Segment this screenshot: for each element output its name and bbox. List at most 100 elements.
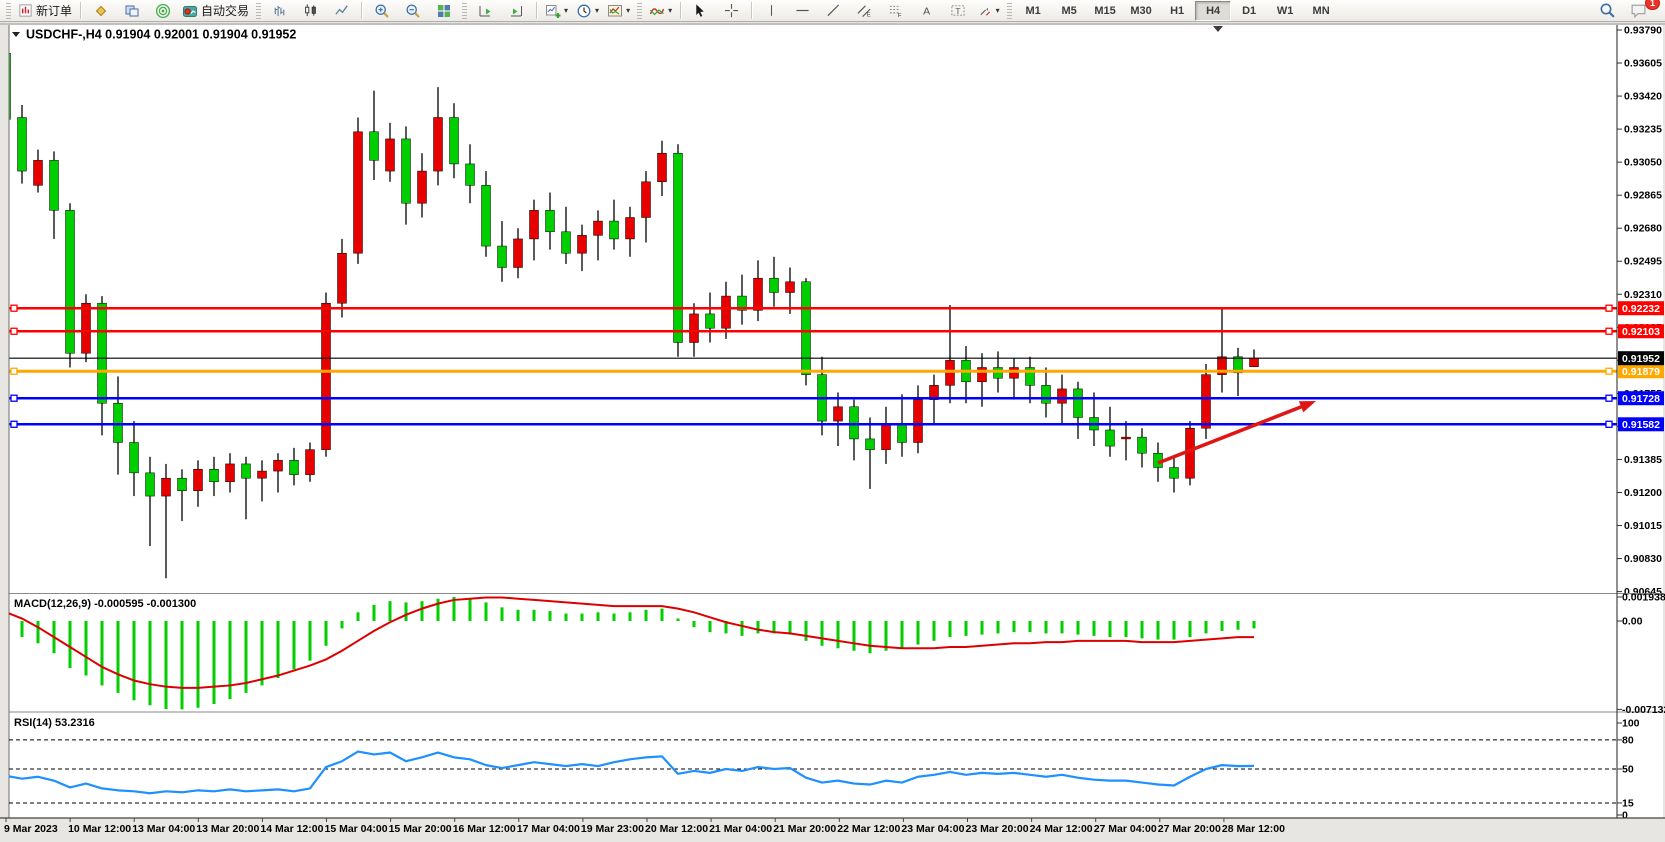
timeframe-m5[interactable]: M5: [1051, 1, 1087, 21]
macd-axis-label: 0.00: [1622, 616, 1643, 628]
candle: [18, 117, 27, 171]
line-chart-mode-button[interactable]: [326, 0, 357, 22]
macd-histogram-bar: [1221, 621, 1224, 631]
tile-windows-button[interactable]: [428, 0, 459, 22]
candle: [194, 469, 203, 490]
timeframe-mn[interactable]: MN: [1303, 1, 1339, 21]
candle: [914, 400, 923, 443]
candle: [802, 282, 811, 375]
time-axis-label: 15 Mar 04:00: [325, 823, 388, 835]
chart-window: 0.937900.936050.934200.932350.930500.928…: [0, 23, 1665, 842]
auto-scroll-button[interactable]: [470, 0, 501, 22]
zoom-out-button[interactable]: [397, 0, 428, 22]
dropdown-caret: ▾: [668, 7, 672, 15]
macd-histogram-bar: [1205, 621, 1208, 633]
zoom-in-button[interactable]: [366, 0, 397, 22]
candle: [882, 425, 891, 450]
equidistant-channel-tool[interactable]: E: [849, 0, 880, 22]
timeframe-m30[interactable]: M30: [1123, 1, 1159, 21]
toolbar-drag-handle[interactable]: [462, 3, 467, 19]
macd-histogram-bar: [229, 621, 232, 699]
candle: [866, 439, 875, 450]
text-tool[interactable]: A: [911, 0, 942, 22]
templates-button[interactable]: ▾: [603, 0, 634, 22]
rsi-axis-label: 15: [1622, 797, 1634, 809]
macd-histogram-bar: [1253, 621, 1256, 628]
candlestick-mode-button[interactable]: [295, 0, 326, 22]
chart-title: USDCHF-,H4 0.91904 0.92001 0.91904 0.919…: [26, 28, 296, 42]
line-anchor[interactable]: [11, 328, 17, 334]
zoom-in-icon: [374, 3, 390, 19]
timeframe-m1[interactable]: M1: [1015, 1, 1051, 21]
trendline-tool[interactable]: [818, 0, 849, 22]
macd-histogram-bar: [933, 621, 936, 641]
timeframe-d1[interactable]: D1: [1231, 1, 1267, 21]
line-anchor[interactable]: [11, 305, 17, 311]
chart-shift-button[interactable]: [501, 0, 532, 22]
navigator-icon: [124, 3, 140, 19]
price-axis-label: 0.90830: [1624, 553, 1662, 565]
signals-button[interactable]: [147, 0, 178, 22]
macd-histogram-bar: [69, 621, 72, 668]
timeframe-h1[interactable]: H1: [1159, 1, 1195, 21]
text-label-tool[interactable]: T: [942, 0, 973, 22]
macd-histogram-bar: [1061, 621, 1064, 633]
time-axis-label: 28 Mar 12:00: [1222, 823, 1285, 835]
horizontal-line-tool[interactable]: [787, 0, 818, 22]
cursor-tool-button[interactable]: [685, 0, 716, 22]
line-anchor[interactable]: [11, 421, 17, 427]
line-anchor[interactable]: [1606, 305, 1612, 311]
toolbar-drag-handle[interactable]: [256, 3, 261, 19]
trendline-icon: [826, 3, 841, 18]
line-anchor[interactable]: [1606, 368, 1612, 374]
line-anchor[interactable]: [11, 368, 17, 374]
timeframe-h4[interactable]: H4: [1195, 1, 1231, 21]
indicators-button[interactable]: ▾: [645, 0, 676, 22]
navigator-button[interactable]: [116, 0, 147, 22]
time-axis-label: 14 Mar 12:00: [260, 823, 323, 835]
timeframe-m15[interactable]: M15: [1087, 1, 1123, 21]
toolbar-drag-handle[interactable]: [6, 3, 11, 19]
auto-trading-button[interactable]: 自动交易: [178, 0, 253, 22]
timeframe-w1[interactable]: W1: [1267, 1, 1303, 21]
candle: [482, 185, 491, 246]
time-axis-label: 22 Mar 12:00: [837, 823, 900, 835]
dropdown-caret: ▾: [564, 7, 568, 15]
auto-trading-icon: [182, 3, 198, 19]
candle: [146, 473, 155, 496]
market-watch-button[interactable]: [85, 0, 116, 22]
separator: [80, 2, 81, 19]
crosshair-tool-button[interactable]: [716, 0, 747, 22]
candle: [546, 210, 555, 231]
chat-button[interactable]: 1: [1623, 0, 1654, 22]
line-anchor[interactable]: [1606, 328, 1612, 334]
fibonacci-tool[interactable]: F: [880, 0, 911, 22]
toolbar-drag-handle[interactable]: [637, 3, 642, 19]
vertical-line-tool[interactable]: [756, 0, 787, 22]
candle: [322, 303, 331, 449]
macd-histogram-bar: [757, 621, 760, 633]
arrows-tool[interactable]: ▾: [973, 0, 1004, 22]
line-anchor[interactable]: [11, 395, 17, 401]
dropdown-caret: ▾: [595, 7, 599, 15]
candle: [258, 471, 267, 478]
time-axis-label: 20 Mar 12:00: [645, 823, 708, 835]
candle: [834, 407, 843, 421]
macd-histogram-bar: [853, 621, 856, 651]
chart-area[interactable]: 0.937900.936050.934200.932350.930500.928…: [0, 23, 1665, 842]
search-button[interactable]: [1592, 0, 1623, 22]
toolbar-drag-handle[interactable]: [1007, 3, 1012, 19]
candle: [34, 160, 43, 185]
macd-histogram-bar: [485, 602, 488, 621]
new-order-button[interactable]: 新订单: [14, 0, 76, 22]
rsi-axis-label: 0: [1622, 810, 1628, 822]
time-axis-label: 10 Mar 12:00: [68, 823, 131, 835]
line-anchor[interactable]: [1606, 421, 1612, 427]
new-chart-button[interactable]: ▾: [541, 0, 572, 22]
macd-histogram-bar: [581, 614, 584, 621]
price-axis-label: 0.92495: [1624, 256, 1662, 268]
periods-button[interactable]: ▾: [572, 0, 603, 22]
line-anchor[interactable]: [1606, 395, 1612, 401]
bar-chart-mode-button[interactable]: [264, 0, 295, 22]
auto-scroll-icon: [478, 3, 494, 19]
